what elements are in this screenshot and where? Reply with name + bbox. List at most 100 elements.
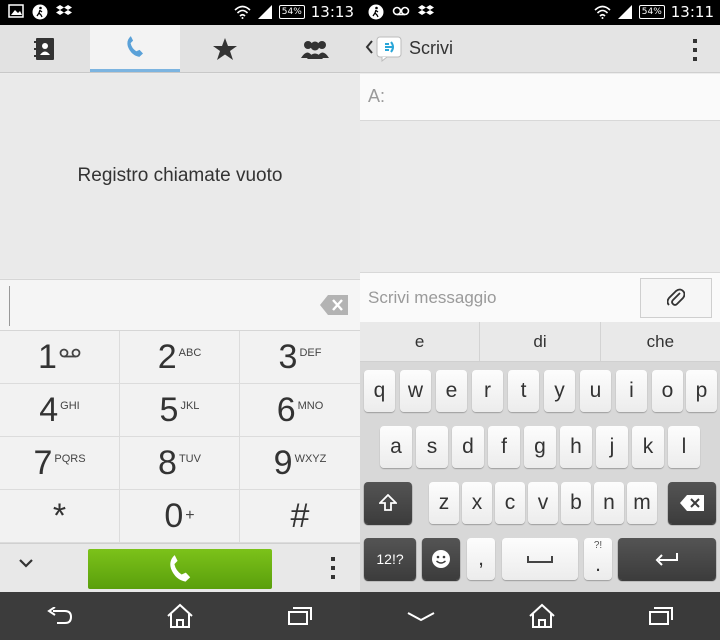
dial-number-field[interactable]	[0, 279, 360, 331]
phone-handset-icon	[127, 36, 143, 57]
walk-notification-icon	[368, 4, 384, 20]
overflow-menu-icon[interactable]	[692, 38, 698, 62]
call-log-area: Registro chiamate vuoto	[0, 74, 360, 278]
dial-key-5[interactable]: 5 JKL	[120, 384, 240, 437]
up-navigation-icon[interactable]	[364, 39, 374, 55]
attach-button[interactable]	[640, 278, 712, 318]
word-suggestions: e di che	[360, 322, 720, 362]
back-icon[interactable]	[46, 607, 73, 625]
dropbox-icon	[56, 5, 72, 15]
text-cursor	[9, 286, 10, 326]
key-b[interactable]: b	[561, 482, 591, 524]
home-icon[interactable]	[166, 603, 194, 629]
dial-key-4[interactable]: 4 GHI	[0, 384, 120, 437]
recent-apps-icon[interactable]	[287, 606, 313, 626]
dial-key-star[interactable]: *	[0, 490, 120, 543]
backspace-icon	[680, 495, 704, 511]
key-m[interactable]: m	[627, 482, 657, 524]
paperclip-icon	[667, 288, 685, 306]
dial-key-3[interactable]: 3 DEF	[240, 331, 360, 384]
tab-call-log[interactable]	[90, 25, 180, 72]
key-r[interactable]: r	[472, 370, 503, 412]
recipient-field[interactable]: A:	[360, 74, 720, 121]
shift-key[interactable]	[364, 482, 412, 524]
key-j[interactable]: j	[596, 426, 628, 468]
dial-key-hash[interactable]: #	[240, 490, 360, 543]
clock: 13:13	[310, 3, 354, 21]
key-d[interactable]: d	[452, 426, 484, 468]
signal-icon	[617, 5, 632, 19]
signal-icon	[257, 5, 272, 19]
dial-key-9[interactable]: 9 WXYZ	[240, 437, 360, 490]
key-s[interactable]: s	[416, 426, 448, 468]
enter-key[interactable]	[618, 538, 716, 580]
key-z[interactable]: z	[429, 482, 459, 524]
star-icon	[213, 37, 237, 60]
dial-key-0[interactable]: 0 +	[120, 490, 240, 543]
wifi-icon	[234, 5, 251, 19]
key-h[interactable]: h	[560, 426, 592, 468]
tab-favorites[interactable]	[180, 25, 270, 72]
conversation-area	[360, 121, 720, 272]
overflow-menu-icon[interactable]	[330, 556, 336, 580]
hide-keyboard-icon[interactable]	[406, 609, 436, 623]
message-input[interactable]: Scrivi messaggio	[360, 272, 720, 322]
message-placeholder: Scrivi messaggio	[368, 288, 497, 307]
dial-key-8[interactable]: 8 TUV	[120, 437, 240, 490]
key-l[interactable]: l	[668, 426, 700, 468]
phone-handset-icon	[170, 555, 191, 582]
battery-indicator: 54%	[278, 5, 305, 19]
key-e[interactable]: e	[436, 370, 467, 412]
period-key[interactable]: ?! .	[584, 538, 612, 580]
comma-key[interactable]: ,	[467, 538, 495, 580]
dial-key-7[interactable]: 7 PQRS	[0, 437, 120, 490]
status-bar: 54% 13:11	[360, 0, 720, 25]
key-a[interactable]: a	[380, 426, 412, 468]
key-u[interactable]: u	[580, 370, 611, 412]
contacts-book-icon	[34, 37, 54, 60]
screenshot-root: 54% 13:13 Registro chiamate vuoto 1 2 AB…	[0, 0, 720, 640]
call-button[interactable]	[88, 549, 272, 589]
dialer-screen: 54% 13:13 Registro chiamate vuoto 1 2 AB…	[0, 0, 360, 640]
key-n[interactable]: n	[594, 482, 624, 524]
backspace-key[interactable]	[668, 482, 716, 524]
tab-contacts[interactable]	[0, 25, 90, 72]
dial-keypad: 1 2 ABC 3 DEF 4 GHI 5 JKL 6 MNO 7 PQRS 8 TUV 9W…	[0, 331, 360, 543]
home-icon[interactable]	[528, 603, 556, 629]
chevron-down-icon[interactable]	[18, 558, 34, 568]
battery-indicator: 54%	[638, 5, 665, 19]
key-o[interactable]: o	[652, 370, 683, 412]
dial-key-2[interactable]: 2 ABC	[120, 331, 240, 384]
key-g[interactable]: g	[524, 426, 556, 468]
symbols-key[interactable]: 12!?	[364, 538, 416, 580]
emoji-key[interactable]	[422, 538, 460, 580]
recent-apps-icon[interactable]	[648, 606, 674, 626]
key-w[interactable]: w	[400, 370, 431, 412]
suggestion-1[interactable]: e	[360, 322, 481, 361]
key-v[interactable]: v	[528, 482, 558, 524]
suggestion-3[interactable]: che	[601, 322, 720, 361]
dial-key-6[interactable]: 6 MNO	[240, 384, 360, 437]
screen-title: Scrivi	[409, 38, 453, 58]
key-f[interactable]: f	[488, 426, 520, 468]
key-q[interactable]: q	[364, 370, 395, 412]
key-i[interactable]: i	[616, 370, 647, 412]
backspace-icon[interactable]	[320, 295, 348, 315]
people-group-icon	[301, 40, 329, 59]
space-key[interactable]	[502, 538, 578, 580]
key-c[interactable]: c	[495, 482, 525, 524]
key-p[interactable]: p	[686, 370, 717, 412]
voicemail-notification-icon	[392, 6, 410, 16]
voicemail-icon	[59, 348, 81, 358]
dropbox-icon	[418, 5, 434, 15]
suggestion-2[interactable]: di	[480, 322, 601, 361]
key-y[interactable]: y	[544, 370, 575, 412]
messaging-app-icon[interactable]	[376, 36, 404, 62]
recipient-label: A:	[368, 86, 386, 106]
dial-key-1[interactable]: 1	[0, 331, 120, 384]
key-t[interactable]: t	[508, 370, 539, 412]
tab-groups[interactable]	[270, 25, 360, 72]
keyboard: q w e r t y u i o p a s d f g h j k l z …	[360, 362, 720, 592]
key-k[interactable]: k	[632, 426, 664, 468]
key-x[interactable]: x	[462, 482, 492, 524]
